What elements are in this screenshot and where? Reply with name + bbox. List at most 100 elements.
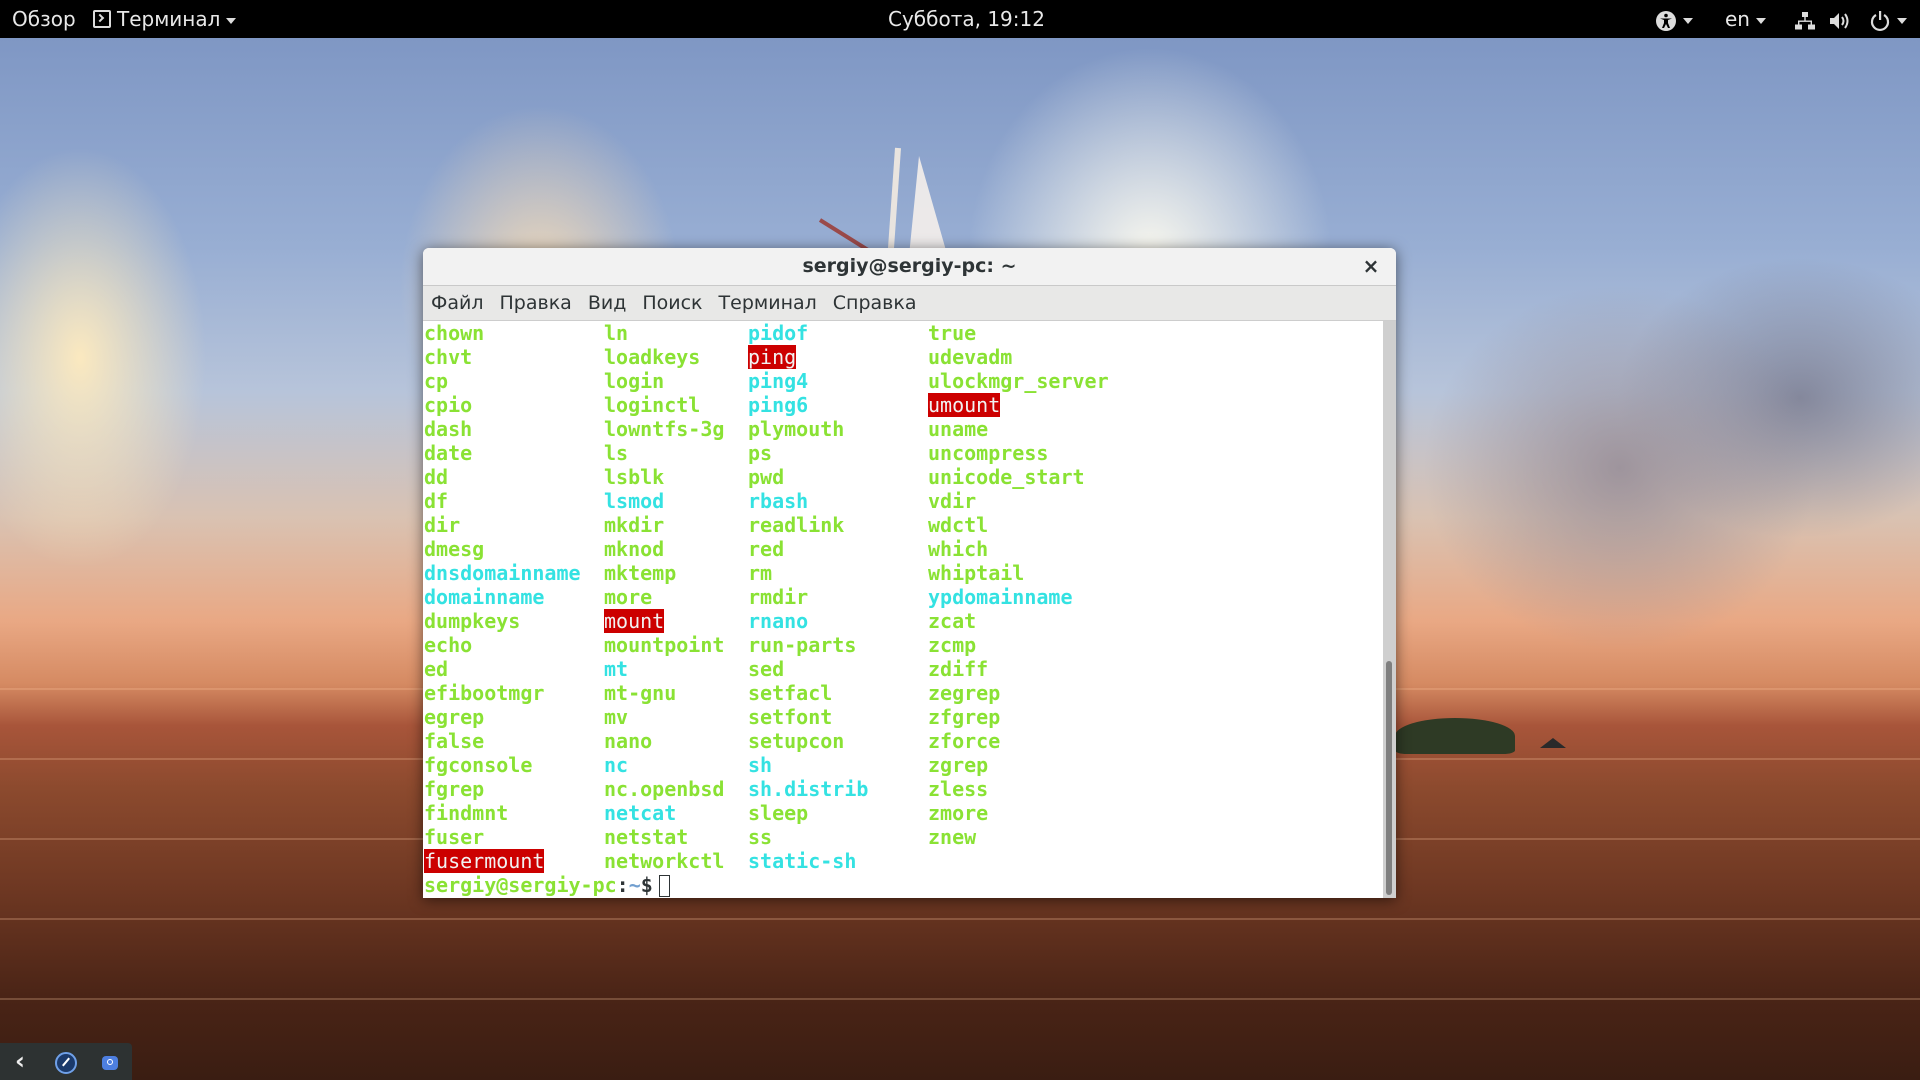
file-entry: cp — [424, 369, 449, 393]
file-entry: rmdir — [748, 585, 809, 609]
chevron-left-icon: ‹ — [15, 1047, 25, 1075]
file-entry: fgconsole — [424, 753, 533, 777]
file-entry: date — [424, 441, 473, 465]
file-entry: vdir — [928, 489, 977, 513]
terminal-output[interactable]: chown ln pidof true chvt loadkeys ping udevadm c… — [423, 321, 1383, 898]
file-entry: ping6 — [748, 393, 809, 417]
file-entry: mktemp — [604, 561, 677, 585]
chevron-down-icon — [1896, 17, 1907, 24]
file-entry: readlink — [748, 513, 845, 537]
menu-search[interactable]: Поиск — [634, 286, 710, 320]
file-entry: ulockmgr_server — [928, 369, 1109, 393]
file-entry: chown — [424, 321, 485, 345]
scrollbar[interactable] — [1383, 321, 1396, 898]
file-entry: nc — [604, 753, 629, 777]
file-entry: uncompress — [928, 441, 1049, 465]
file-entry: dir — [424, 513, 461, 537]
file-entry: findmnt — [424, 801, 509, 825]
prompt-user-host: sergiy@sergiy-pc — [424, 873, 617, 897]
file-entry: ls — [604, 441, 629, 465]
menu-bar: Файл Правка Вид Поиск Терминал Справка — [423, 286, 1396, 321]
file-entry: login — [604, 369, 665, 393]
text-cursor — [658, 875, 670, 897]
file-entry: ed — [424, 657, 449, 681]
menu-edit[interactable]: Правка — [492, 286, 580, 320]
file-entry: ln — [604, 321, 629, 345]
accessibility-menu[interactable] — [1655, 0, 1693, 38]
file-entry: mkdir — [604, 513, 665, 537]
file-entry: plymouth — [748, 417, 845, 441]
menu-file[interactable]: Файл — [423, 286, 492, 320]
file-entry: df — [424, 489, 449, 513]
file-entry: ps — [748, 441, 773, 465]
file-entry: unicode_start — [928, 465, 1085, 489]
menu-terminal[interactable]: Терминал — [711, 286, 825, 320]
file-entry: dd — [424, 465, 449, 489]
file-entry: zdiff — [928, 657, 989, 681]
file-entry: netcat — [604, 801, 677, 825]
file-entry: fuser — [424, 825, 485, 849]
file-entry: egrep — [424, 705, 485, 729]
file-entry: ping — [748, 345, 797, 369]
power-icon — [1870, 10, 1889, 31]
file-entry: zcat — [928, 609, 977, 633]
file-entry: mount — [604, 609, 665, 633]
tray-chat-button[interactable] — [92, 1043, 128, 1080]
scrollbar-thumb[interactable] — [1386, 660, 1392, 895]
file-entry: whiptail — [928, 561, 1025, 585]
file-entry: pwd — [748, 465, 785, 489]
activities-button[interactable]: Обзор — [12, 0, 76, 38]
file-entry: efibootmgr — [424, 681, 545, 705]
file-entry: loginctl — [604, 393, 701, 417]
file-entry: zcmp — [928, 633, 977, 657]
prompt-symbol: $ — [640, 873, 653, 897]
browser-compass-icon — [55, 1051, 77, 1074]
file-entry: mv — [604, 705, 629, 729]
file-entry: sed — [748, 657, 785, 681]
tray-collapse-button[interactable]: ‹ — [2, 1043, 38, 1080]
window-title: sergiy@sergiy-pc: ~ — [802, 255, 1017, 277]
file-entry: setfacl — [748, 681, 833, 705]
menu-view[interactable]: Вид — [580, 286, 635, 320]
file-entry: echo — [424, 633, 473, 657]
file-entry: mt-gnu — [604, 681, 677, 705]
file-entry: znew — [928, 825, 977, 849]
file-entry: nc.openbsd — [604, 777, 725, 801]
tray-browser-button[interactable] — [48, 1043, 84, 1080]
menu-help[interactable]: Справка — [825, 286, 925, 320]
chevron-down-icon — [1683, 17, 1693, 24]
app-menu-button[interactable]: Терминал — [93, 0, 237, 38]
file-entry: sleep — [748, 801, 809, 825]
prompt-line[interactable]: sergiy@sergiy-pc:~$ — [424, 873, 670, 897]
file-entry: cpio — [424, 393, 473, 417]
file-entry: setupcon — [748, 729, 845, 753]
accessibility-icon — [1656, 10, 1676, 31]
file-entry: rnano — [748, 609, 809, 633]
file-entry: mountpoint — [604, 633, 725, 657]
chevron-down-icon — [1755, 17, 1766, 24]
file-entry: static-sh — [748, 849, 857, 873]
window-titlebar[interactable]: sergiy@sergiy-pc: ~ × — [423, 248, 1396, 286]
file-entry: lsblk — [604, 465, 665, 489]
prompt-path: ~ — [628, 873, 641, 897]
system-menu[interactable] — [1794, 0, 1907, 38]
file-entry: rbash — [748, 489, 809, 513]
file-entry: udevadm — [928, 345, 1013, 369]
close-button[interactable]: × — [1358, 248, 1384, 285]
file-entry: ping4 — [748, 369, 809, 393]
file-entry: zless — [928, 777, 989, 801]
file-entry: which — [928, 537, 989, 561]
file-entry: run-parts — [748, 633, 857, 657]
file-entry: false — [424, 729, 485, 753]
message-tray: ‹ — [0, 1043, 132, 1080]
file-entry: mknod — [604, 537, 665, 561]
file-entry: red — [748, 537, 785, 561]
file-entry: zforce — [928, 729, 1001, 753]
keyboard-layout-menu[interactable]: en — [1725, 0, 1766, 38]
clock-button[interactable]: Суббота, 19:12 — [888, 0, 1045, 38]
file-entry: sh — [748, 753, 773, 777]
file-entry: networkctl — [604, 849, 725, 873]
file-entry: zgrep — [928, 753, 989, 777]
file-entry: lsmod — [604, 489, 665, 513]
file-entry: zmore — [928, 801, 989, 825]
